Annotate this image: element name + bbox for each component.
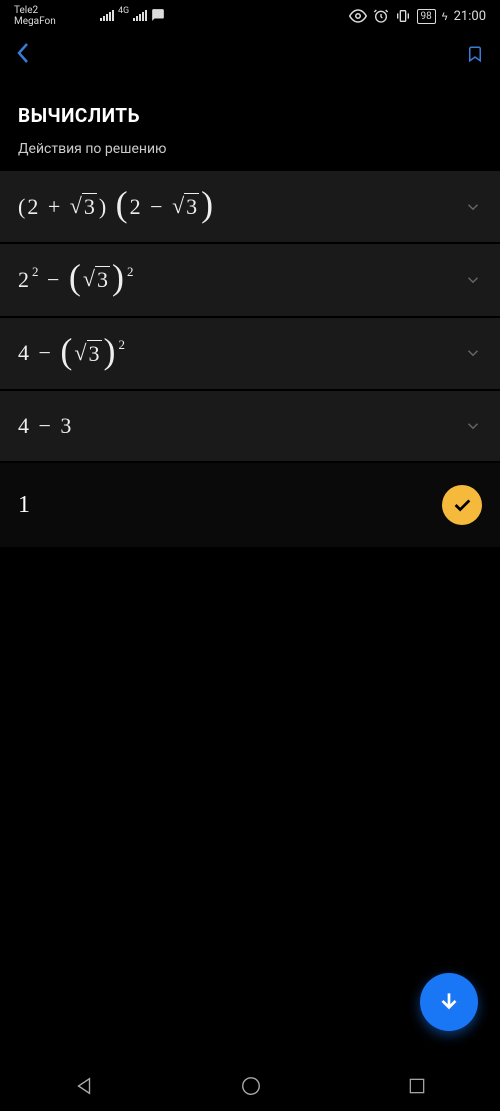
nav-recent-icon[interactable] [407, 1076, 427, 1096]
math-expression: 4 − 3 [18, 413, 71, 439]
math-expression: (2 + √3) (2 − √3) [18, 193, 213, 220]
chevron-down-icon [464, 198, 482, 216]
chat-icon [151, 8, 165, 22]
battery-icon: 98 [417, 9, 436, 24]
solution-step-3[interactable]: 4 − (√3)2 [0, 318, 500, 389]
alarm-icon [373, 8, 389, 24]
status-right: 98 ϟ 21:00 [349, 7, 486, 25]
page-title: ВЫЧИСЛИТЬ [18, 104, 482, 127]
carrier-1: Tele2 [14, 5, 56, 16]
system-nav-bar [0, 1061, 500, 1111]
nav-back-icon[interactable] [73, 1075, 95, 1097]
app-header [0, 32, 500, 80]
solution-step-1[interactable]: (2 + √3) (2 − √3) [0, 171, 500, 242]
page-subtitle: Действия по решению [18, 141, 482, 157]
signal-icon-1 [100, 9, 114, 21]
signal-icon-2 [133, 9, 147, 21]
chevron-down-icon [464, 417, 482, 435]
solution-result: 1 [0, 463, 500, 547]
network-label: 4G [118, 6, 129, 16]
solution-step-4[interactable]: 4 − 3 [0, 391, 500, 461]
check-icon [442, 485, 482, 525]
bookmark-button[interactable] [466, 43, 484, 69]
back-button[interactable] [16, 42, 30, 70]
nav-home-icon[interactable] [240, 1075, 262, 1097]
math-expression: 4 − (√3)2 [18, 340, 124, 367]
download-fab[interactable] [420, 973, 478, 1031]
vibrate-icon [395, 8, 411, 24]
carrier-2: MegaFon [14, 16, 56, 27]
result-value: 1 [18, 492, 30, 519]
carrier-names: Tele2 MegaFon [14, 5, 56, 27]
status-center: 4G [100, 8, 165, 22]
status-time: 21:00 [454, 9, 486, 24]
section-header: ВЫЧИСЛИТЬ Действия по решению [0, 80, 500, 171]
status-bar: Tele2 MegaFon 4G 98 ϟ 21:00 [0, 0, 500, 32]
eye-icon [349, 7, 367, 25]
charging-icon: ϟ [442, 10, 448, 23]
solution-step-2[interactable]: 22 − (√3)2 [0, 244, 500, 315]
chevron-down-icon [464, 271, 482, 289]
chevron-down-icon [464, 344, 482, 362]
math-expression: 22 − (√3)2 [18, 266, 133, 293]
